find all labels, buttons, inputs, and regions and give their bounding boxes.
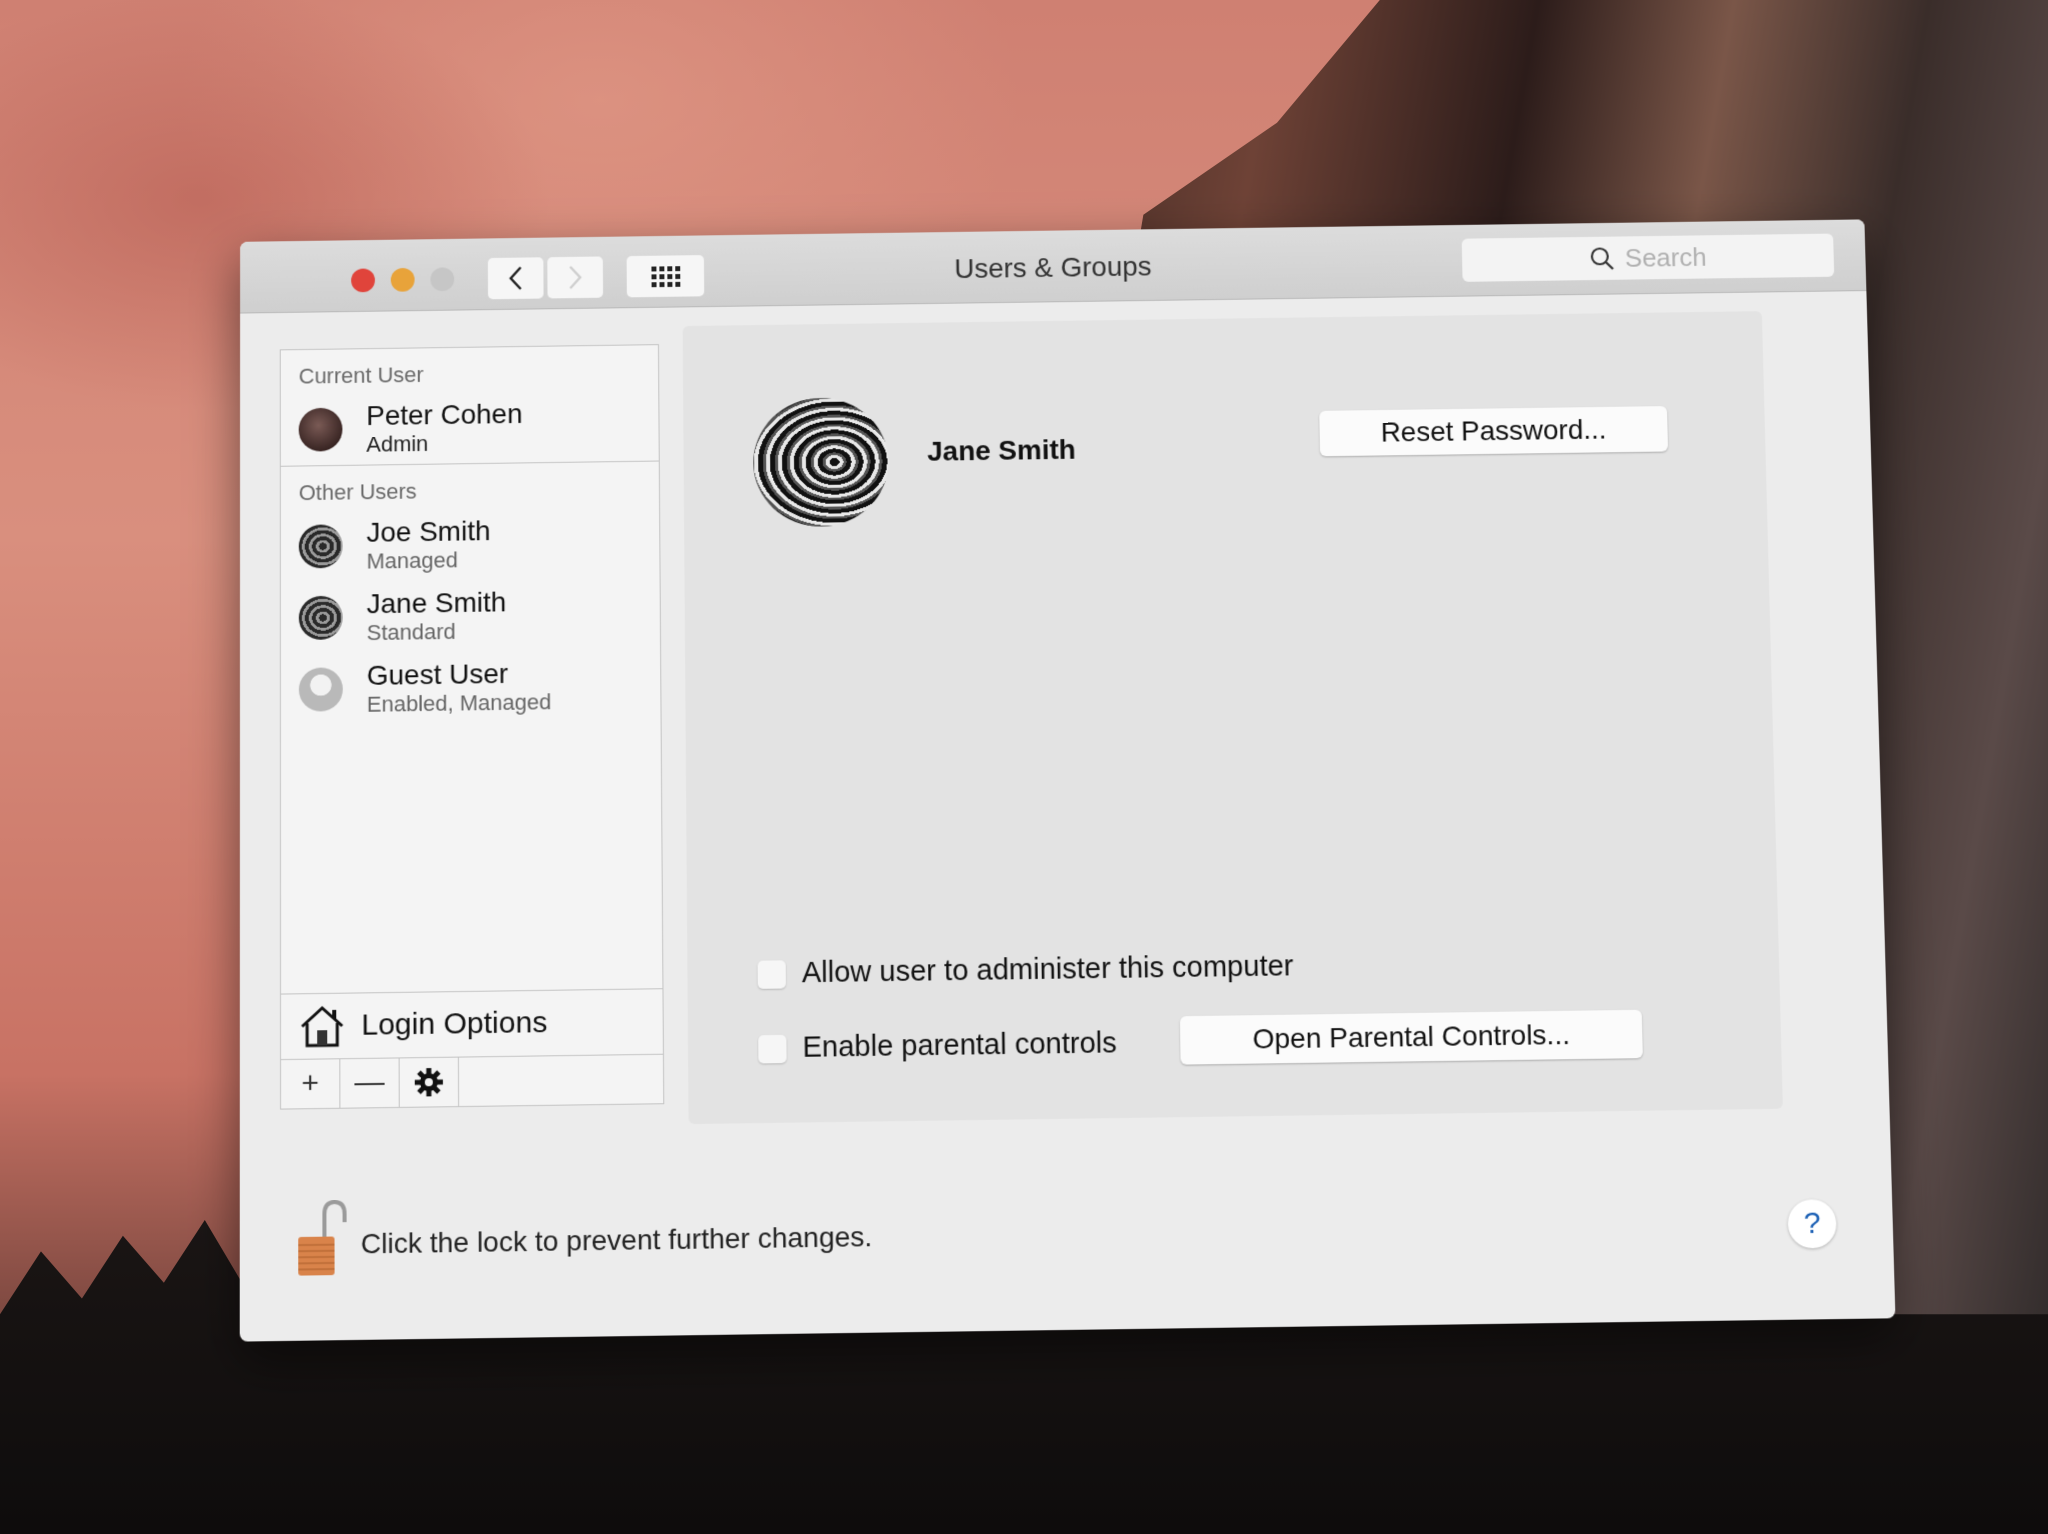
user-name: Guest User xyxy=(366,658,509,691)
question-mark-icon: ? xyxy=(1803,1206,1821,1241)
user-list-item-peter-cohen[interactable]: Peter Cohen Admin xyxy=(281,394,659,460)
guest-avatar-icon xyxy=(298,667,343,712)
parental-controls-checkbox[interactable] xyxy=(758,1034,787,1063)
current-user-section: Current User Peter Cohen Admin xyxy=(280,345,659,467)
login-options-label: Login Options xyxy=(361,1005,548,1042)
reset-password-button[interactable]: Reset Password... xyxy=(1319,406,1669,457)
login-options-item[interactable]: Login Options xyxy=(281,988,663,1061)
user-detail-panel: Jane Smith Reset Password... Allow user … xyxy=(682,311,1783,1125)
unlocked-padlock-icon xyxy=(292,1198,353,1276)
allow-admin-checkbox[interactable] xyxy=(757,959,786,989)
house-icon xyxy=(299,1004,345,1049)
user-role: Enabled, Managed xyxy=(366,689,552,717)
search-placeholder: Search xyxy=(1624,241,1707,273)
other-users-heading: Other Users xyxy=(298,478,417,506)
users-sidebar: Current User Peter Cohen Admin Other Use… xyxy=(279,344,665,1110)
allow-admin-option[interactable]: Allow user to administer this computer xyxy=(757,950,1294,991)
user-role: Managed xyxy=(366,547,458,574)
users-groups-window: Users & Groups Search Current User Peter… xyxy=(239,219,1896,1342)
gear-icon xyxy=(414,1068,443,1097)
selected-user-avatar[interactable] xyxy=(752,397,890,528)
remove-user-button[interactable]: — xyxy=(340,1058,400,1108)
open-parental-controls-button[interactable]: Open Parental Controls... xyxy=(1179,1009,1643,1065)
user-list-item-guest-user[interactable]: Guest User Enabled, Managed xyxy=(281,654,661,721)
search-icon xyxy=(1589,245,1615,271)
lock-status-text: Click the lock to prevent further change… xyxy=(360,1220,873,1260)
user-role: Admin xyxy=(366,431,429,457)
add-user-button[interactable]: + xyxy=(281,1059,341,1109)
avatar xyxy=(298,524,343,569)
user-name: Joe Smith xyxy=(366,515,491,548)
help-button[interactable]: ? xyxy=(1787,1199,1837,1249)
allow-admin-label: Allow user to administer this computer xyxy=(801,950,1294,990)
plus-icon: + xyxy=(301,1066,320,1101)
other-users-section: Other Users Joe Smith Managed Jane Smith… xyxy=(281,462,661,721)
user-name: Peter Cohen xyxy=(366,398,523,432)
sidebar-toolbar: + — xyxy=(281,1055,663,1109)
avatar xyxy=(298,595,343,641)
parental-controls-option[interactable]: Enable parental controls xyxy=(758,1027,1117,1065)
user-list-item-joe-smith[interactable]: Joe Smith Managed xyxy=(281,511,660,578)
search-field[interactable]: Search xyxy=(1461,233,1835,282)
user-list-item-jane-smith[interactable]: Jane Smith Standard xyxy=(281,582,660,649)
current-user-heading: Current User xyxy=(298,362,424,389)
action-menu-button[interactable] xyxy=(399,1057,460,1107)
parental-controls-label: Enable parental controls xyxy=(802,1027,1118,1064)
lock-button[interactable] xyxy=(292,1198,353,1285)
selected-user-name: Jane Smith xyxy=(927,434,1076,467)
user-role: Standard xyxy=(366,618,456,646)
minus-icon: — xyxy=(354,1065,385,1100)
user-name: Jane Smith xyxy=(366,586,507,620)
avatar xyxy=(298,407,343,452)
